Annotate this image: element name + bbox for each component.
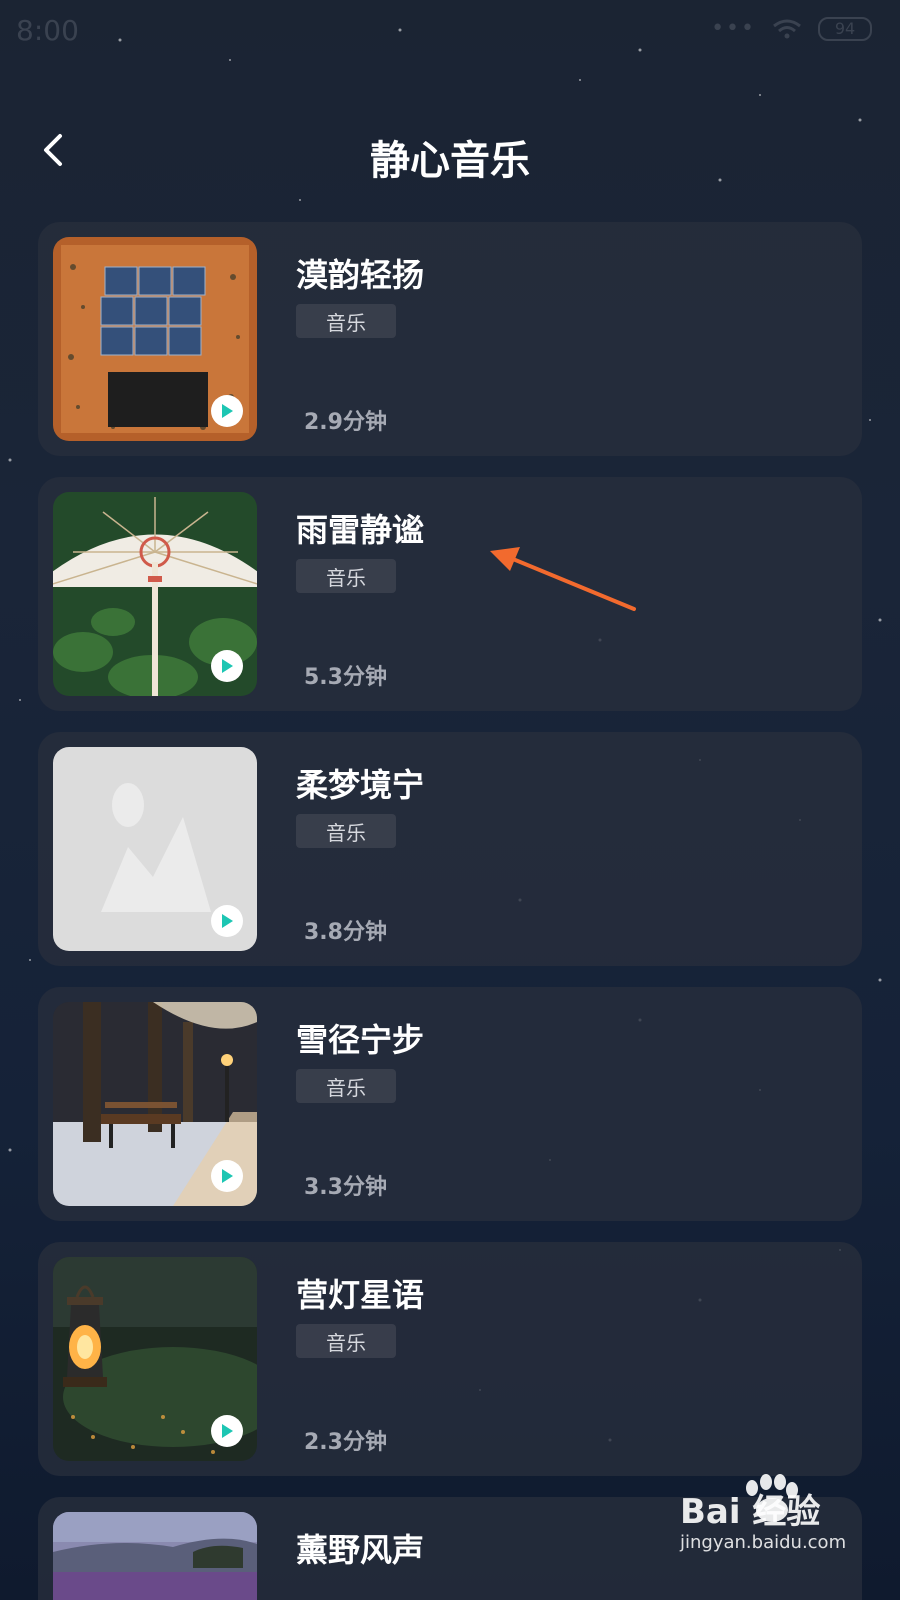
thumbnail-snowy-path [53,1002,257,1206]
play-icon[interactable] [211,650,243,682]
play-icon[interactable] [211,1415,243,1447]
category-tag: 音乐 [296,814,396,848]
duration-label: 2.9分钟 [304,410,387,435]
card-title: 柔梦境宁 [296,766,425,804]
card-title: 薰野风声 [296,1531,425,1569]
thumbnail-placeholder [53,747,257,951]
status-bar: 8:00 ••• 94 [0,0,900,56]
music-card[interactable]: 雪径宁步 音乐 3.3分钟 [38,987,862,1221]
category-tag: 音乐 [296,559,396,593]
play-icon[interactable] [211,395,243,427]
thumbnail-lantern [53,1257,257,1461]
card-title: 雪径宁步 [296,1021,425,1059]
music-card[interactable]: 营灯星语 音乐 2.3分钟 [38,1242,862,1476]
wifi-icon [773,19,801,38]
music-card[interactable]: 柔梦境宁 音乐 3.8分钟 [38,732,862,966]
thumbnail-desert-solar [53,237,257,441]
card-title: 营灯星语 [296,1276,425,1314]
thumbnail-paper-umbrella [53,492,257,696]
battery-indicator: 94 [818,16,872,41]
music-card[interactable]: 漠韵轻扬 音乐 2.9分钟 [38,222,862,456]
page-header: 静心音乐 [0,110,900,190]
card-title: 漠韵轻扬 [296,256,425,294]
watermark-url: jingyan.baidu.com [680,1532,847,1553]
play-icon[interactable] [211,1160,243,1192]
music-card[interactable]: 雨雷静谧 音乐 5.3分钟 [38,477,862,711]
duration-label: 3.3分钟 [304,1175,387,1200]
category-tag: 音乐 [296,1324,396,1358]
status-icons: ••• 94 [711,16,872,41]
status-time: 8:00 [16,14,79,47]
thumbnail-lavender-field [53,1512,257,1600]
signal-dots: ••• [711,16,756,41]
baidu-watermark: Bai 经验 jingyan.baidu.com [680,1474,880,1584]
duration-label: 2.3分钟 [304,1430,387,1455]
card-title: 雨雷静谧 [296,511,425,549]
play-icon[interactable] [211,905,243,937]
duration-label: 3.8分钟 [304,920,387,945]
annotation-arrow [490,547,636,611]
duration-label: 5.3分钟 [304,665,387,690]
watermark-text: Bai 经验 [680,1492,821,1532]
category-tag: 音乐 [296,304,396,338]
page-title: 静心音乐 [370,138,530,184]
category-tag: 音乐 [296,1069,396,1103]
